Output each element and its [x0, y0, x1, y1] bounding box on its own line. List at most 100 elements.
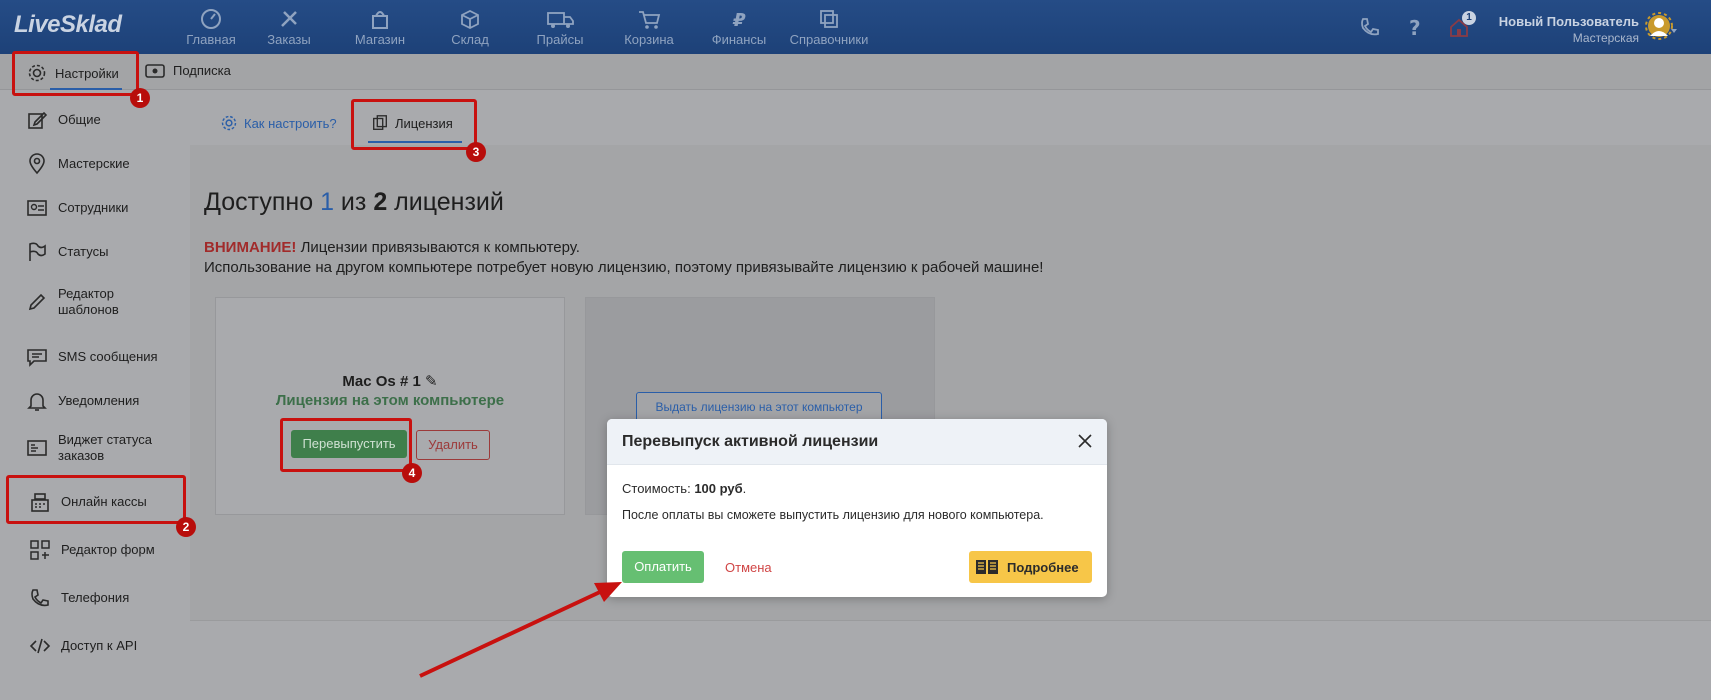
sidebar-item-general[interactable]: Общие [26, 109, 101, 131]
truck-icon [547, 12, 574, 28]
sidebar-item-label: Редактор форм [61, 542, 155, 557]
warning-line1: Лицензии привязываются к компьютеру. [300, 239, 580, 256]
cart-icon [639, 11, 661, 29]
license-headline: Доступно 1 из 2 лицензий [204, 188, 504, 217]
dashboard-icon [201, 9, 221, 29]
sidebar-item-status-widget[interactable]: Виджет статуса заказов [26, 432, 166, 464]
edit-icon [26, 109, 48, 131]
annotation-marker-3: 3 [466, 142, 486, 162]
nav-label: Склад [451, 32, 489, 47]
headline-suffix: лицензий [394, 188, 504, 216]
sidebar-item-label: SMS сообщения [58, 349, 158, 364]
modal-description: После оплаты вы сможете выпустить лиценз… [622, 508, 1044, 522]
nav-label: Прайсы [536, 32, 584, 47]
cost-label: Стоимость: [622, 481, 691, 496]
phone-icon[interactable] [1358, 16, 1380, 43]
annotation-box-2 [6, 475, 186, 524]
sidebar-item-label: Телефония [61, 590, 130, 605]
tab-howto-label: Как настроить? [244, 115, 337, 131]
annotation-marker-4: 4 [402, 463, 422, 483]
nav-item-prices[interactable]: Прайсы [530, 8, 590, 47]
sidebar-item-label: Мастерские [58, 156, 130, 171]
page-bottom-area [190, 621, 1711, 700]
bell-icon [26, 390, 48, 412]
pay-button[interactable]: Оплатить [622, 551, 704, 583]
box-icon [461, 9, 479, 30]
subnav-subscription[interactable]: Подписка [145, 63, 231, 78]
user-role: Мастерская [1572, 31, 1639, 45]
location-pin-icon [26, 153, 48, 175]
modal-header: Перевыпуск активной лицензии [607, 419, 1107, 465]
cancel-button[interactable]: Отмена [725, 560, 772, 575]
nav-item-references[interactable]: Справочники [786, 8, 872, 47]
modal-title: Перевыпуск активной лицензии [622, 433, 879, 450]
headline-mid: из [340, 188, 367, 216]
license-warning: ВНИМАНИЕ! Лицензии привязываются к компь… [204, 238, 1043, 278]
warning-label: ВНИМАНИЕ! [204, 239, 297, 256]
settings-subbar: Настройки Подписка [0, 54, 1711, 90]
ruble-icon: ₽ [732, 10, 746, 30]
sidebar-item-notifications[interactable]: Уведомления [26, 390, 139, 412]
forms-icon [29, 539, 51, 561]
gear-icon [221, 115, 237, 131]
cost-value: 100 руб [694, 481, 743, 496]
nav-item-home[interactable]: Главная [181, 8, 241, 47]
sidebar-item-workshops[interactable]: Мастерские [26, 153, 130, 175]
book-icon [976, 560, 998, 574]
sidebar-item-form-editor[interactable]: Редактор форм [29, 539, 155, 561]
cost-end: . [742, 481, 747, 496]
modal-cost: Стоимость: 100 руб. [622, 481, 746, 496]
shop-bag-icon [372, 11, 388, 29]
nav-item-orders[interactable]: Заказы [259, 8, 319, 47]
nav-item-finance[interactable]: ₽ Финансы [706, 8, 772, 47]
more-button-label: Подробнее [1007, 559, 1079, 575]
sidebar-item-label: Виджет статуса заказов [58, 432, 153, 463]
sidebar-item-label: Уведомления [58, 393, 140, 408]
annotation-marker-2: 2 [176, 517, 196, 537]
nav-label: Заказы [267, 32, 311, 47]
annotation-box-3 [351, 99, 477, 150]
close-icon[interactable] [1077, 433, 1093, 454]
nav-item-warehouse[interactable]: Склад [440, 8, 500, 47]
flag-icon [26, 241, 48, 263]
sidebar-item-statuses[interactable]: Статусы [26, 241, 108, 263]
user-name[interactable]: Новый Пользователь [1499, 14, 1639, 29]
code-icon [29, 635, 51, 657]
annotation-box-1 [12, 51, 139, 96]
sidebar-item-label: Общие [58, 112, 101, 127]
app-logo[interactable]: LiveSklad [14, 11, 122, 39]
sidebar-item-template-editor[interactable]: Редактор шаблонов [26, 286, 146, 318]
nav-item-cart[interactable]: Корзина [618, 8, 680, 47]
delete-button[interactable]: Удалить [416, 430, 490, 460]
card-status: Лицензия на этом компьютере [275, 392, 505, 409]
total-count: 2 [373, 188, 388, 216]
sidebar-item-sms[interactable]: SMS сообщения [26, 346, 158, 368]
more-button[interactable]: Подробнее [969, 551, 1092, 583]
sidebar-item-label: Доступ к API [61, 638, 138, 653]
tab-howto[interactable]: Как настроить? [220, 114, 337, 132]
phone-icon [29, 587, 51, 609]
license-card-active: Mac Os # 1 ✎ Лицензия на этом компьютере… [215, 297, 565, 515]
sidebar-item-telephony[interactable]: Телефония [29, 587, 129, 609]
edit-pencil-icon[interactable]: ✎ [425, 373, 438, 390]
svg-text:?: ? [1409, 16, 1421, 38]
tools-icon [281, 11, 297, 27]
banknote-icon [145, 63, 165, 78]
widget-icon [26, 437, 48, 459]
user-avatar-icon[interactable] [1644, 12, 1678, 47]
sms-icon [26, 346, 48, 368]
sidebar-item-employees[interactable]: Сотрудники [26, 197, 128, 219]
subnav-subscription-label: Подписка [173, 63, 231, 78]
help-icon[interactable]: ? [1404, 16, 1426, 43]
warning-line2: Использование на другом компьютере потре… [204, 259, 1044, 276]
sidebar-item-api-access[interactable]: Доступ к API [29, 635, 137, 657]
assign-license-button[interactable]: Выдать лицензию на этот компьютер [636, 392, 882, 422]
nav-label: Главная [186, 32, 236, 47]
nav-label: Справочники [789, 32, 869, 47]
sidebar-item-label: Редактор шаблонов [58, 286, 119, 317]
nav-item-shop[interactable]: Магазин [347, 8, 413, 47]
notification-badge: 1 [1462, 11, 1476, 25]
annotation-box-4 [280, 418, 412, 472]
id-card-icon [26, 197, 48, 219]
copy-icon [820, 10, 838, 28]
